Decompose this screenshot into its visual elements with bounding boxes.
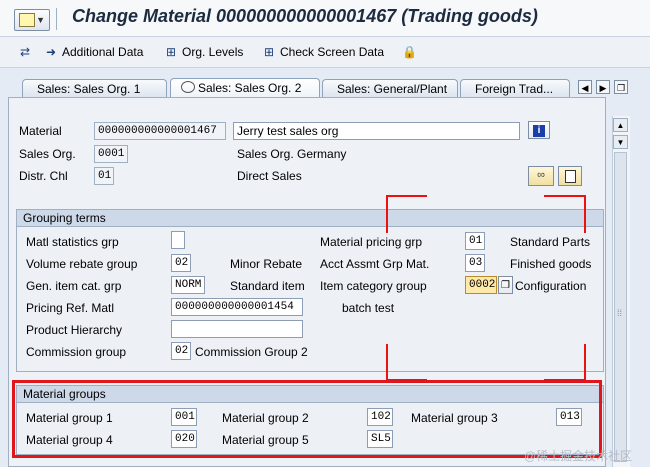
grouping-terms-title: Grouping terms xyxy=(17,210,603,227)
org-levels-label: Org. Levels xyxy=(182,45,244,59)
hierarchy-icon: ⊞ xyxy=(165,45,177,59)
additional-data-button[interactable]: ➜ Additional Data xyxy=(44,43,143,61)
gen-item-cat-description: Standard item xyxy=(230,279,305,293)
acct-assmt-grp-field[interactable]: 03 xyxy=(465,254,485,272)
arrow-right-icon: ➜ xyxy=(45,45,57,59)
commission-group-field[interactable]: 02 xyxy=(171,342,191,360)
tab-sales-org-1[interactable]: Sales: Sales Org. 1 xyxy=(22,79,167,97)
additional-data-label: Additional Data xyxy=(62,45,144,59)
triangle-up-icon: ▲ xyxy=(616,121,625,130)
material-field[interactable]: 000000000000001467 xyxy=(94,122,226,140)
annotation-bracket-top-right-leg xyxy=(584,195,586,233)
tab-label: Foreign Trad... xyxy=(475,82,554,96)
info-icon: i xyxy=(533,125,545,137)
gen-item-cat-grp-field[interactable]: NORM xyxy=(171,276,205,294)
title-separator xyxy=(56,8,57,30)
tab-list-icon: ❐ xyxy=(616,83,626,93)
annotation-bracket-bottom-right-leg xyxy=(584,344,586,380)
acct-assmt-grp-description: Finished goods xyxy=(510,257,592,271)
annotation-bracket-top-right xyxy=(544,195,585,197)
lock-icon: 🔒 xyxy=(402,45,417,59)
volume-rebate-description: Minor Rebate xyxy=(230,257,303,271)
sales-org-label: Sales Org. xyxy=(19,147,76,161)
gen-item-cat-grp-label: Gen. item cat. grp xyxy=(26,279,122,293)
highlight-box xyxy=(12,380,602,458)
value-help-icon: ❐ xyxy=(501,280,510,291)
scroll-up-button[interactable]: ▲ xyxy=(613,118,628,132)
item-category-group-description: Configuration xyxy=(515,279,587,293)
tab-list-button[interactable]: ❐ xyxy=(614,80,628,94)
volume-rebate-group-label: Volume rebate group xyxy=(26,257,138,271)
org-levels-button[interactable]: ⊞ Org. Levels xyxy=(164,43,243,61)
material-info-button[interactable]: i xyxy=(528,121,550,139)
tab-sales-org-2[interactable]: Sales: Sales Org. 2 xyxy=(170,78,320,98)
item-category-group-f4-button[interactable]: ❐ xyxy=(498,276,513,294)
sales-org-description: Sales Org. Germany xyxy=(237,147,347,161)
menu-icon xyxy=(19,13,35,27)
system-menu-button[interactable]: ▼ xyxy=(14,9,50,31)
acct-assmt-grp-label: Acct Assmt Grp Mat. xyxy=(320,257,430,271)
tab-foreign-trade[interactable]: Foreign Trad... xyxy=(460,79,570,97)
sales-org-field[interactable]: 0001 xyxy=(94,145,128,163)
item-category-group-label: Item category group xyxy=(320,279,427,293)
material-pricing-grp-description: Standard Parts xyxy=(510,235,591,249)
product-hierarchy-field[interactable] xyxy=(171,320,303,338)
triangle-left-icon: ◀ xyxy=(581,83,589,93)
annotation-bracket-top-left-leg xyxy=(386,195,388,233)
check-screen-data-button[interactable]: ⊞ Check Screen Data xyxy=(262,43,384,61)
scroll-thumb[interactable] xyxy=(614,152,627,462)
document-icon xyxy=(564,170,576,183)
material-label: Material xyxy=(19,124,62,138)
matl-statistics-grp-field[interactable] xyxy=(171,231,185,249)
switch-material-icon: ⇄ xyxy=(19,45,31,59)
window-title: Change Material 000000000000001467 (Trad… xyxy=(72,6,538,26)
item-category-group-field[interactable]: 0002 xyxy=(465,276,497,294)
other-material-button[interactable]: ⇄ xyxy=(18,43,38,61)
commission-group-label: Commission group xyxy=(26,345,127,359)
distr-chl-field[interactable]: 01 xyxy=(94,167,114,185)
chevron-down-icon: ▼ xyxy=(36,15,45,25)
triangle-right-icon: ▶ xyxy=(599,83,607,93)
tab-sales-general-plant[interactable]: Sales: General/Plant xyxy=(322,79,458,97)
document-button[interactable] xyxy=(558,166,582,186)
lock-button[interactable]: 🔒 xyxy=(402,43,417,61)
item-category-group-description-2: batch test xyxy=(342,301,395,315)
tab-label: Sales: Sales Org. 1 xyxy=(37,82,141,96)
tab-active-icon xyxy=(181,81,195,93)
glasses-icon: ∞ xyxy=(537,169,545,181)
annotation-bracket-top-left xyxy=(386,195,427,197)
volume-rebate-group-field[interactable]: 02 xyxy=(171,254,191,272)
display-glasses-button[interactable]: ∞ xyxy=(528,166,554,186)
tab-scroll-left-button[interactable]: ◀ xyxy=(578,80,592,94)
watermark: @稀土掘金技术社区 xyxy=(524,449,633,463)
check-tree-icon: ⊞ xyxy=(263,45,275,59)
product-hierarchy-label: Product Hierarchy xyxy=(26,323,123,337)
material-pricing-grp-field[interactable]: 01 xyxy=(465,232,485,250)
tab-label: Sales: Sales Org. 2 xyxy=(198,81,302,95)
commission-group-description: Commission Group 2 xyxy=(195,345,308,359)
triangle-down-icon: ▼ xyxy=(616,138,625,147)
matl-statistics-grp-label: Matl statistics grp xyxy=(26,235,119,249)
distr-chl-description: Direct Sales xyxy=(237,169,302,183)
tab-scroll-right-button[interactable]: ▶ xyxy=(596,80,610,94)
scroll-down-button[interactable]: ▼ xyxy=(613,135,628,149)
material-description-field[interactable]: Jerry test sales org xyxy=(233,122,520,140)
annotation-bracket-bottom-left-leg xyxy=(386,344,388,380)
tab-label: Sales: General/Plant xyxy=(337,82,448,96)
material-pricing-grp-label: Material pricing grp xyxy=(320,235,423,249)
pricing-ref-matl-label: Pricing Ref. Matl xyxy=(26,301,115,315)
scroll-grip-icon: ⁞⁞ xyxy=(617,308,623,318)
pricing-ref-matl-field[interactable]: 000000000000001454 xyxy=(171,298,303,316)
check-screen-data-label: Check Screen Data xyxy=(280,45,385,59)
distr-chl-label: Distr. Chl xyxy=(19,169,68,183)
